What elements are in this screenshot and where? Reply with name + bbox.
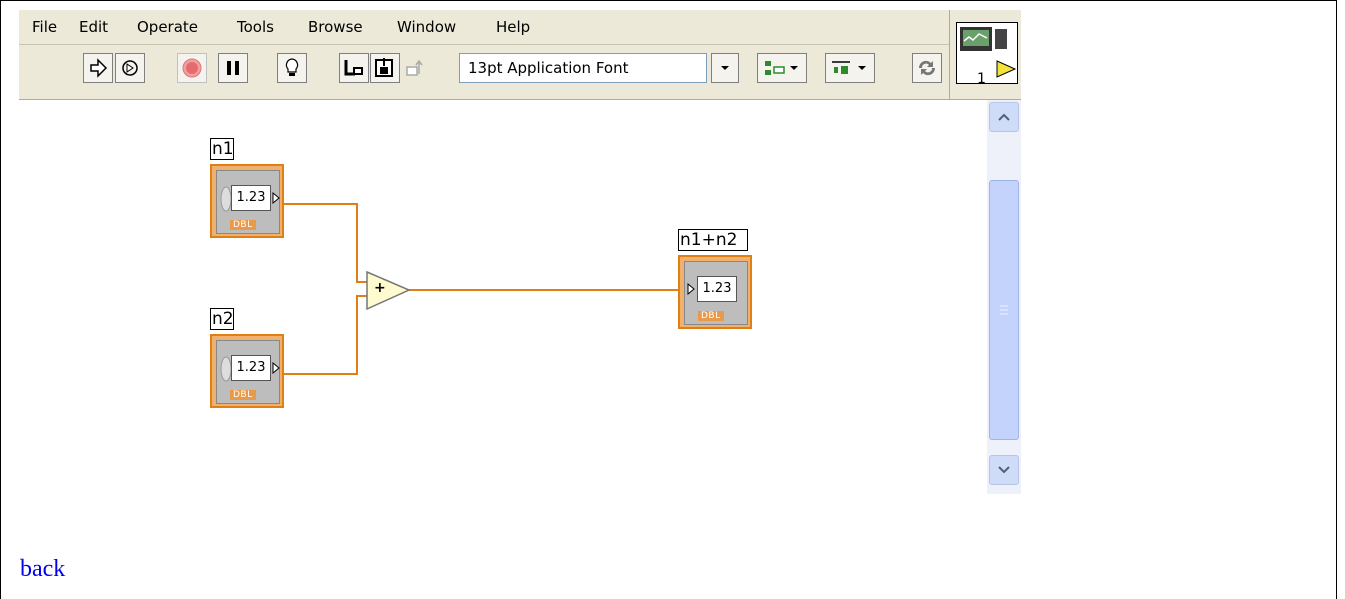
scroll-thumb[interactable]: [989, 180, 1019, 440]
vertical-scrollbar[interactable]: [987, 100, 1021, 494]
vi-icon[interactable]: 1: [956, 22, 1018, 87]
chevron-down-icon: [998, 466, 1010, 474]
numeric-value: 1.23: [697, 276, 737, 302]
menu-browse[interactable]: Browse: [308, 18, 363, 36]
datatype-badge: DBL: [230, 390, 256, 400]
retain-wire-values-button[interactable]: [339, 53, 369, 83]
run-button[interactable]: [83, 53, 113, 83]
menu-help[interactable]: Help: [496, 18, 530, 36]
font-dropdown-arrow[interactable]: [711, 53, 739, 83]
menu-edit[interactable]: Edit: [79, 18, 108, 36]
scroll-down-button[interactable]: [989, 455, 1019, 485]
highlight-execution-button[interactable]: [277, 53, 307, 83]
wires-layer: [281, 203, 681, 375]
menu-operate[interactable]: Operate: [137, 18, 198, 36]
vi-icon-number: 1: [977, 71, 986, 87]
pause-button[interactable]: [218, 53, 248, 83]
scroll-up-button[interactable]: [989, 102, 1019, 132]
stop-sign-icon: [182, 58, 202, 78]
run-arrow-icon: [90, 58, 108, 78]
retain-wire-icon: [344, 60, 363, 76]
grip-icon: [1000, 305, 1008, 315]
back-link[interactable]: back: [20, 556, 65, 583]
distribute-objects-icon: [832, 61, 866, 74]
align-objects-icon: [765, 61, 798, 75]
step-into-button[interactable]: [370, 53, 400, 83]
menu-file[interactable]: File: [32, 18, 57, 36]
wire-n2: [281, 295, 369, 375]
step-out-button[interactable]: [401, 53, 431, 83]
align-objects-button[interactable]: [757, 53, 807, 83]
menu-window[interactable]: Window: [397, 18, 456, 36]
distribute-objects-button[interactable]: [825, 53, 875, 83]
reorder-arrows-icon: [918, 60, 936, 76]
output-terminal-icon: [272, 192, 280, 204]
label-n1[interactable]: n1: [210, 138, 234, 160]
indicator-terminal-sum[interactable]: 1.23 DBL: [678, 255, 752, 329]
abort-button[interactable]: [177, 53, 207, 83]
numeric-value: 1.23: [231, 185, 271, 211]
labview-block-diagram-window: File Edit Operate Tools Browse Window He…: [19, 10, 1021, 494]
input-terminal-icon: [687, 283, 695, 295]
control-terminal-n2[interactable]: 1.23 DBL: [210, 334, 284, 408]
vi-monitor-icon: [960, 27, 1017, 78]
wire-n1: [281, 203, 369, 283]
vi-icon-pane: 1: [949, 10, 1021, 100]
chevron-up-icon: [998, 113, 1010, 121]
text-settings-dropdown[interactable]: 13pt Application Font: [459, 53, 707, 83]
block-diagram-canvas[interactable]: + n1 1.23 DBL n2 1.23 DBL n1+n2 1.23 DBL: [19, 100, 987, 494]
run-continuously-icon: [122, 60, 138, 76]
datatype-badge: DBL: [698, 311, 724, 321]
reorder-button[interactable]: [912, 53, 942, 83]
menu-tools[interactable]: Tools: [237, 18, 274, 36]
pause-icon: [227, 61, 239, 75]
light-bulb-icon: [285, 58, 299, 76]
label-n1-plus-n2[interactable]: n1+n2: [678, 229, 748, 251]
output-terminal-icon: [272, 362, 280, 374]
label-n2[interactable]: n2: [210, 308, 234, 330]
add-function-symbol: +: [374, 280, 386, 296]
control-terminal-n1[interactable]: 1.23 DBL: [210, 164, 284, 238]
datatype-badge: DBL: [230, 220, 256, 230]
menu-bar: File Edit Operate Tools Browse Window He…: [19, 10, 949, 45]
chevron-down-icon: [721, 66, 729, 70]
step-out-icon: [406, 59, 423, 76]
numeric-value: 1.23: [231, 355, 271, 381]
toolbar: 13pt Application Font: [19, 45, 949, 100]
step-into-icon: [375, 58, 393, 77]
run-continuously-button[interactable]: [115, 53, 145, 83]
